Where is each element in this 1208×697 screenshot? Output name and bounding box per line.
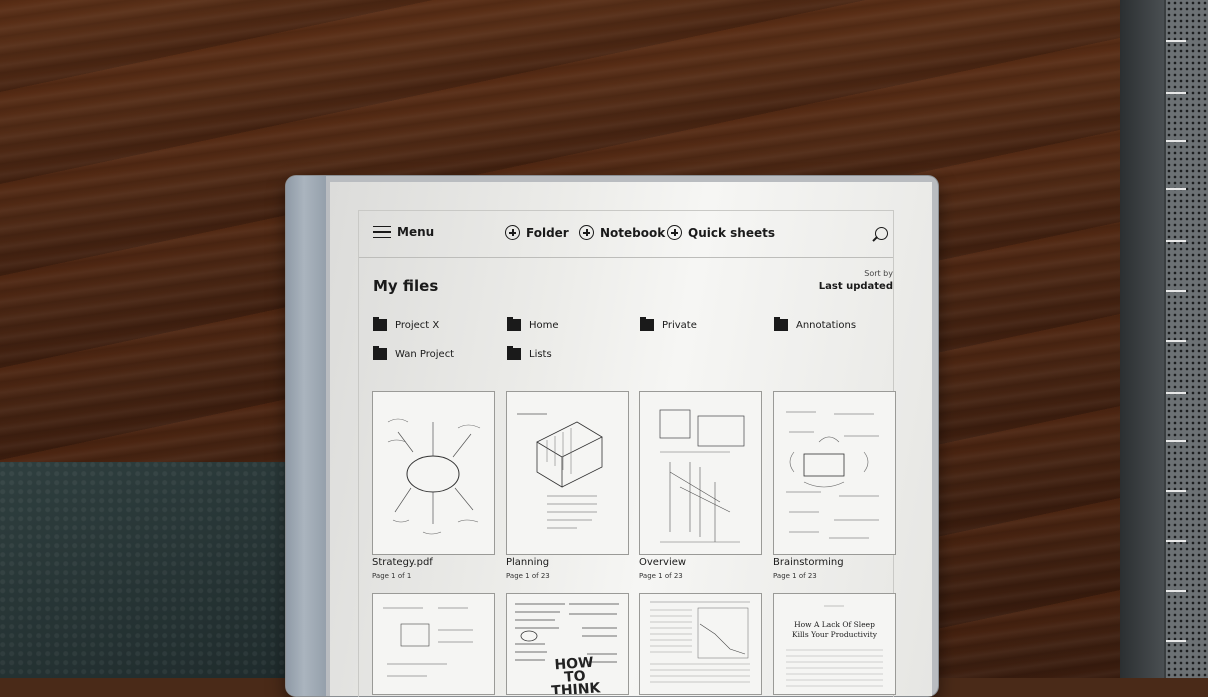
document-heading-line: How A Lack Of Sleep: [794, 620, 875, 629]
document-thumbnail-overview[interactable]: [639, 391, 762, 555]
rail-tick: [1166, 240, 1186, 242]
folder-item[interactable]: Lists: [507, 346, 552, 360]
folder-icon: [373, 346, 387, 360]
tablet-screen: Menu Folder Notebook Quick sheets My fil…: [330, 182, 932, 697]
document-name: Planning: [506, 557, 550, 568]
folder-icon: [373, 317, 387, 331]
rail-tick: [1166, 140, 1186, 142]
document-page-count: Page 1 of 1: [372, 572, 412, 580]
rail-tick: [1166, 540, 1186, 542]
folder-label: Lists: [529, 348, 552, 360]
menu-label: Menu: [397, 225, 435, 239]
document-name: Brainstorming: [773, 557, 844, 568]
rail-tick: [1166, 290, 1186, 292]
quick-sheets-button[interactable]: Quick sheets: [667, 225, 775, 240]
folder-label: Home: [529, 319, 559, 331]
tablet-device: Menu Folder Notebook Quick sheets My fil…: [286, 176, 938, 697]
metal-rail: [1120, 0, 1208, 678]
rail-tick: [1166, 640, 1186, 642]
rail-tick: [1166, 440, 1186, 442]
document-thumbnail-strategy[interactable]: [372, 391, 495, 555]
folder-icon: [507, 317, 521, 331]
folder-item[interactable]: Home: [507, 317, 559, 331]
document-name: Overview: [639, 557, 687, 568]
hamburger-icon: [373, 225, 391, 239]
sort-order-selector[interactable]: Last updated: [753, 281, 893, 292]
file-browser: Menu Folder Notebook Quick sheets My fil…: [358, 210, 896, 697]
document-thumbnail-planning[interactable]: [506, 391, 629, 555]
document-thumbnail[interactable]: [372, 593, 495, 695]
notebook-label: Notebook: [600, 225, 666, 240]
sketch-title: HOW TO THINK: [550, 654, 601, 695]
sort-by-label: Sort by: [864, 269, 893, 278]
new-notebook-button[interactable]: Notebook: [579, 225, 665, 240]
rail-tick: [1166, 40, 1186, 42]
document-thumbnail-brainstorming[interactable]: [773, 391, 896, 555]
document-heading: How A Lack Of Sleep Kills Your Productiv…: [774, 620, 895, 640]
folder-item[interactable]: Wan Project: [373, 346, 455, 360]
plus-circle-icon: [505, 225, 520, 240]
folder-icon: [640, 317, 654, 331]
document-thumbnail[interactable]: HOW TO THINK: [506, 593, 629, 695]
folder-item[interactable]: Annotations: [774, 317, 857, 331]
rail-tick: [1166, 92, 1186, 94]
folder-item[interactable]: Project X: [373, 317, 440, 331]
rail-tick: [1166, 340, 1186, 342]
folder-icon: [774, 317, 788, 331]
document-thumbnail[interactable]: How A Lack Of Sleep Kills Your Productiv…: [773, 593, 896, 695]
leather-mat: [0, 462, 300, 678]
toolbar: Menu Folder Notebook Quick sheets: [359, 211, 893, 258]
folder-label: Project X: [395, 319, 440, 331]
quick-sheets-label: Quick sheets: [688, 225, 775, 240]
search-icon[interactable]: [875, 227, 888, 240]
menu-button[interactable]: Menu: [373, 225, 434, 239]
perforated-strip: [1166, 0, 1208, 678]
rail-tick: [1166, 590, 1186, 592]
tablet-grip: [286, 176, 326, 696]
folder-label: Annotations: [796, 319, 857, 331]
folder-label: Wan Project: [395, 348, 455, 360]
page-title: My files: [373, 277, 439, 295]
plus-circle-icon: [579, 225, 594, 240]
folder-label: Folder: [526, 225, 569, 240]
folder-label: Private: [662, 319, 697, 331]
folder-item[interactable]: Private: [640, 317, 697, 331]
document-page-count: Page 1 of 23: [506, 572, 550, 580]
rail-edge: [1120, 0, 1164, 678]
document-page-count: Page 1 of 23: [639, 572, 683, 580]
document-heading-line: Kills Your Productivity: [792, 630, 877, 639]
document-name: Strategy.pdf: [372, 557, 433, 568]
new-folder-button[interactable]: Folder: [505, 225, 569, 240]
rail-tick: [1166, 392, 1186, 394]
rail-tick: [1166, 188, 1186, 190]
document-page-count: Page 1 of 23: [773, 572, 817, 580]
folder-icon: [507, 346, 521, 360]
rail-tick: [1166, 490, 1186, 492]
document-thumbnail[interactable]: [639, 593, 762, 695]
plus-circle-icon: [667, 225, 682, 240]
